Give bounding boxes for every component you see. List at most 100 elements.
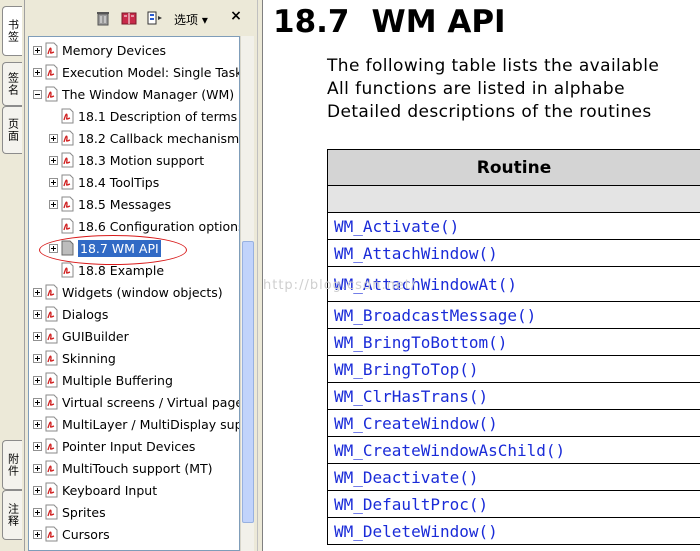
bookmark-item[interactable]: 18.7 WM API (49, 238, 161, 258)
routine-link[interactable]: WM_BringToBottom() (327, 328, 700, 356)
table-row: WM_ClrHasTrans() (327, 382, 700, 410)
table-row: WM_DefaultProc() (327, 490, 700, 518)
bookmark-label: Multiple Buffering (62, 372, 173, 388)
bookmark-item[interactable]: Multiple Buffering (33, 370, 173, 390)
bookmark-label: 18.7 WM API (78, 239, 161, 257)
expand-icon[interactable] (33, 507, 42, 517)
tree-scrollbar-thumb[interactable] (242, 241, 254, 523)
routine-link[interactable]: WM_BringToTop() (327, 355, 700, 383)
expand-icon[interactable] (49, 199, 58, 209)
bookmark-label: MultiTouch support (MT) (62, 460, 213, 476)
bookmark-item[interactable]: Execution Model: Single Task (33, 62, 239, 82)
pdf-page-icon (61, 174, 74, 190)
pdf-page-icon (45, 504, 58, 520)
pdf-page-icon (61, 240, 74, 256)
bookmark-label: The Window Manager (WM) (62, 86, 235, 102)
expand-icon[interactable] (49, 155, 58, 165)
pdf-page-icon (45, 328, 58, 344)
bookmark-label: Memory Devices (62, 42, 167, 58)
expand-icon[interactable] (33, 45, 42, 55)
expand-icon[interactable] (33, 331, 42, 341)
section-title: WM API (371, 4, 506, 40)
table-row: WM_DeleteWindow() (327, 517, 700, 545)
expand-icon[interactable] (33, 309, 42, 319)
bookmark-label: 18.1 Description of terms (78, 108, 238, 124)
bookmark-label: 18.3 Motion support (78, 152, 205, 168)
bookmark-item[interactable]: 18.4 ToolTips (49, 172, 159, 192)
table-row: WM_CreateWindowAsChild() (327, 436, 700, 464)
expand-icon[interactable] (49, 177, 58, 187)
side-tab-4[interactable]: 注释 (2, 490, 22, 540)
delete-icon[interactable] (95, 10, 111, 26)
bookmark-item[interactable]: Keyboard Input (33, 480, 157, 500)
pdf-page-icon (45, 86, 58, 102)
side-tab-2[interactable]: 页面 (2, 106, 22, 154)
pdf-page-icon (45, 460, 58, 476)
bookmark-item[interactable]: The Window Manager (WM) (33, 84, 234, 104)
routine-link[interactable]: WM_Deactivate() (327, 463, 700, 491)
routine-link[interactable]: WM_CreateWindowAsChild() (327, 436, 700, 464)
routine-link[interactable]: WM_CreateWindow() (327, 409, 700, 437)
side-tab-0[interactable]: 书签 (2, 6, 22, 56)
bookmark-item[interactable]: Pointer Input Devices (33, 436, 195, 456)
side-tab-3[interactable]: 附件 (2, 440, 22, 490)
bookmark-label: 18.4 ToolTips (78, 174, 160, 190)
table-row: WM_BroadcastMessage() (327, 301, 700, 329)
pdf-page-icon (61, 196, 74, 212)
routine-link[interactable]: WM_AttachWindow() (327, 239, 700, 267)
bookmark-item[interactable]: GUIBuilder (33, 326, 129, 346)
expand-icon[interactable] (33, 441, 42, 451)
routine-link[interactable]: WM_DeleteWindow() (327, 517, 700, 545)
expand-icon[interactable] (33, 485, 42, 495)
bookmark-label: Keyboard Input (62, 482, 158, 498)
expand-icon[interactable] (33, 397, 42, 407)
expand-bookmark-icon[interactable] (147, 10, 163, 26)
bookmark-item[interactable]: Widgets (window objects) (33, 282, 223, 302)
side-tab-1[interactable]: 签名 (2, 62, 22, 106)
expand-icon[interactable] (33, 419, 42, 429)
routine-link[interactable]: WM_Activate() (327, 212, 700, 240)
bookmark-item[interactable]: MultiTouch support (MT) (33, 458, 213, 478)
expand-icon[interactable] (33, 353, 42, 363)
close-panel-button[interactable]: × (228, 8, 244, 24)
bookmark-label: 18.8 Example (78, 262, 165, 278)
bookmark-item[interactable]: 18.6 Configuration options (49, 216, 239, 236)
expand-icon[interactable] (33, 375, 42, 385)
bookmark-item[interactable]: 18.8 Example (49, 260, 164, 280)
table-row: WM_BringToTop() (327, 355, 700, 383)
pdf-page-icon (61, 108, 74, 124)
bookmark-item[interactable]: 18.1 Description of terms (49, 106, 237, 126)
routine-link[interactable]: WM_BroadcastMessage() (327, 301, 700, 329)
bookmark-item[interactable]: Cursors (33, 524, 110, 544)
expand-icon[interactable] (49, 243, 58, 253)
table-group-row (327, 185, 700, 213)
bookmark-item[interactable]: 18.2 Callback mechanism, (49, 128, 239, 148)
bookmark-item[interactable]: Memory Devices (33, 40, 166, 60)
bookmark-label: 18.5 Messages (78, 196, 172, 212)
routine-link[interactable]: WM_ClrHasTrans() (327, 382, 700, 410)
intro-line-3: Detailed descriptions of the routines (327, 102, 652, 122)
expand-icon[interactable] (33, 463, 42, 473)
collapse-icon[interactable] (33, 89, 42, 99)
routine-link[interactable]: WM_DefaultProc() (327, 490, 700, 518)
bookmark-item[interactable]: Sprites (33, 502, 106, 522)
pdf-page-icon (45, 284, 58, 300)
bookmark-label: Dialogs (62, 306, 109, 322)
bookmark-item[interactable]: Skinning (33, 348, 116, 368)
bookmark-item[interactable]: MultiLayer / MultiDisplay support (33, 414, 239, 434)
new-bookmark-icon[interactable] (121, 10, 137, 26)
bookmark-item[interactable]: 18.5 Messages (49, 194, 171, 214)
bookmark-item[interactable]: Virtual screens / Virtual pages (33, 392, 239, 412)
routine-table: Routine WM_Activate() WM_AttachWindow() WM… (327, 149, 700, 545)
bookmark-item[interactable]: Dialogs (33, 304, 108, 324)
expand-icon[interactable] (33, 529, 42, 539)
bookmark-item[interactable]: 18.3 Motion support (49, 150, 204, 170)
expand-icon[interactable] (33, 67, 42, 77)
expand-icon[interactable] (49, 133, 58, 143)
pdf-page-icon (61, 130, 74, 146)
intro-line-1: The following table lists the available (327, 56, 660, 76)
tree-scrollbar[interactable] (240, 36, 254, 551)
options-menu-button[interactable]: 选项 ▾ (174, 11, 208, 28)
pdf-page-icon (45, 526, 58, 542)
expand-icon[interactable] (33, 287, 42, 297)
